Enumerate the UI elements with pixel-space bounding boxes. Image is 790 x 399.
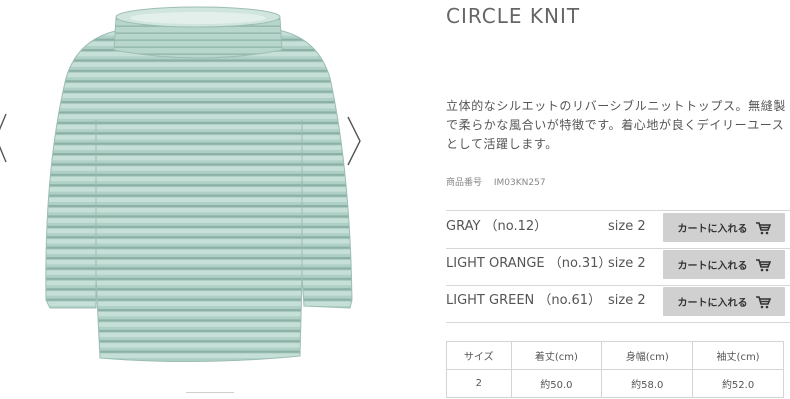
size-chart-row: 2 約50.0 約58.0 約52.0	[446, 369, 784, 398]
add-to-cart-button[interactable]: カートに入れる	[663, 250, 785, 279]
variant-row-gray: GRAY （no.12） size 2 カートに入れる	[446, 210, 790, 249]
product-code-value: IM03KN257	[493, 178, 546, 188]
size-chart-header: 着丈(cm)	[510, 341, 603, 370]
size-chart-cell: 約52.0	[692, 369, 784, 398]
size-chart-header: 身幅(cm)	[601, 341, 694, 370]
size-chart-cell: 約50.0	[510, 369, 603, 398]
size-chart-cell: 約58.0	[601, 369, 694, 398]
variant-size: size 2	[608, 293, 646, 308]
product-description: 立体的なシルエットのリバーシブルニットトップス。無縫製で柔らかな風合いが特徴です…	[446, 99, 786, 151]
variant-size: size 2	[608, 256, 646, 271]
chevron-right-icon[interactable]	[346, 115, 362, 167]
add-to-cart-button[interactable]: カートに入れる	[663, 213, 785, 242]
product-title: CIRCLE KNIT	[446, 4, 581, 28]
chevron-left-icon[interactable]	[0, 112, 8, 164]
size-chart-table: サイズ 着丈(cm) 身幅(cm) 袖丈(cm) 2 約50.0 約58.0 約…	[446, 341, 784, 398]
variant-row-light-green: LIGHT GREEN （no.61） size 2 カートに入れる	[446, 285, 790, 323]
product-code: 商品番号 IM03KN257	[446, 175, 555, 188]
add-to-cart-button[interactable]: カートに入れる	[663, 287, 785, 316]
product-gallery	[0, 0, 400, 398]
size-chart-header: サイズ	[446, 341, 512, 370]
variant-color: LIGHT GREEN （no.61）	[446, 293, 602, 308]
cart-button-label: カートに入れる	[677, 298, 748, 309]
cart-button-label: カートに入れる	[677, 224, 748, 235]
size-chart-header-row: サイズ 着丈(cm) 身幅(cm) 袖丈(cm)	[446, 341, 784, 370]
cart-icon	[755, 258, 771, 271]
cart-button-label: カートに入れる	[677, 261, 748, 272]
size-chart-header: 袖丈(cm)	[692, 341, 784, 370]
size-chart-cell: 2	[446, 369, 512, 398]
product-photo	[45, 6, 353, 363]
cart-icon	[755, 295, 771, 308]
product-code-label: 商品番号	[446, 178, 483, 188]
variant-color: GRAY （no.12）	[446, 219, 548, 234]
cart-icon	[755, 221, 771, 234]
variant-size: size 2	[608, 219, 646, 234]
variant-row-light-orange: LIGHT ORANGE （no.31） size 2 カートに入れる	[446, 248, 790, 286]
variant-color: LIGHT ORANGE （no.31）	[446, 256, 612, 271]
